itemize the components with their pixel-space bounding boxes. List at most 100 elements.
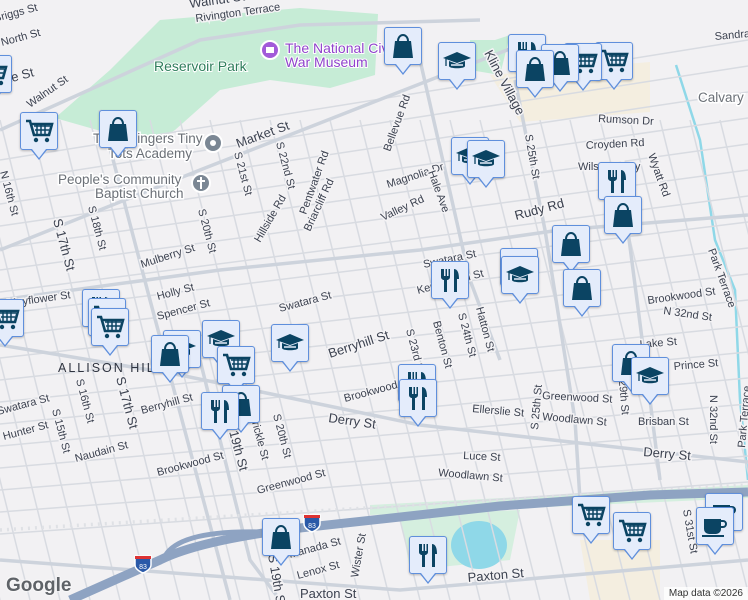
street-label: Briggs St [0, 2, 39, 25]
svg-text:83: 83 [308, 523, 316, 530]
grocery-marker[interactable] [572, 496, 610, 544]
street-label: S 20th St [195, 208, 218, 255]
interstate-83-shield-icon: 83 [303, 514, 321, 533]
grocery-marker[interactable] [217, 346, 255, 394]
street-label: S 24th St [455, 312, 478, 359]
street-label: Hillside Rd [252, 193, 289, 245]
street-label: S 21st St [231, 151, 254, 197]
park-label: Reservoir Park [154, 58, 248, 74]
street-label: Benton St [430, 320, 454, 370]
cart-icon [599, 46, 629, 76]
church-pin-icon[interactable] [191, 173, 211, 193]
school-marker[interactable] [271, 324, 309, 372]
shopping-bag-icon [608, 200, 638, 230]
school-icon [505, 260, 535, 290]
shopping-bag-icon [103, 114, 133, 144]
street-label: Greenwood St [542, 390, 613, 406]
street-label: Lenox St [296, 559, 341, 582]
shopping-bag-icon [567, 273, 597, 303]
street-label: S 16th St [73, 378, 96, 425]
cart-icon [0, 59, 8, 89]
museum-pin-icon[interactable] [260, 40, 280, 60]
street-label: Valley Rd [379, 193, 426, 223]
minor-street [0, 429, 748, 491]
street-label: Naudain St [74, 439, 130, 465]
restaurant-icon [435, 265, 465, 295]
street-label: Wister St [349, 532, 369, 578]
restaurant-icon [602, 166, 632, 196]
shopping-marker[interactable] [151, 335, 189, 383]
pond [451, 521, 507, 569]
street-label: North St [0, 27, 42, 49]
shopping-bag-icon [155, 339, 185, 369]
street-label: Swatara St [278, 289, 333, 315]
restaurant-marker[interactable] [598, 162, 636, 210]
grocery-marker[interactable] [20, 112, 58, 160]
grocery-marker[interactable] [0, 299, 24, 347]
school-icon [471, 144, 501, 174]
school-icon [635, 361, 665, 391]
shopping-marker[interactable] [552, 225, 590, 273]
restaurant-icon [205, 396, 235, 426]
street-label: Woodlawn St [438, 467, 503, 485]
cart-icon [576, 500, 606, 530]
shopping-marker[interactable] [604, 196, 642, 244]
cart-icon [24, 116, 54, 146]
shopping-marker[interactable] [99, 110, 137, 158]
shopping-marker[interactable] [262, 518, 300, 566]
museum-label-line2[interactable]: War Museum [284, 53, 369, 71]
street-label: S 17th St [113, 375, 141, 431]
restaurant-marker[interactable] [431, 261, 469, 309]
school-marker[interactable] [438, 42, 476, 90]
cart-icon [617, 516, 647, 546]
grocery-marker[interactable] [91, 308, 129, 356]
school-marker[interactable] [631, 357, 669, 405]
street-label: Rumson Dr [598, 113, 655, 128]
shopping-bag-icon [266, 522, 296, 552]
restaurant-marker[interactable] [399, 379, 437, 427]
street-label: Brisban St [638, 416, 689, 428]
street-label: S 17th St [50, 217, 78, 273]
street-label: Croyden Rd [586, 137, 645, 152]
street-label: Berryhill St [140, 392, 194, 417]
grocery-marker[interactable] [0, 55, 12, 103]
shopping-marker[interactable] [516, 50, 554, 98]
shopping-bag-icon [556, 229, 586, 259]
church-label[interactable]: People's Community [57, 171, 184, 189]
shopping-marker[interactable] [384, 27, 422, 75]
street-label: Derry St [643, 444, 692, 463]
restaurant-marker[interactable] [201, 392, 239, 440]
svg-text:83: 83 [139, 564, 147, 571]
cart-icon [221, 350, 251, 380]
map-view[interactable]: Reservoir Park The National Civil War Mu… [0, 0, 748, 600]
interstate-83-shield-icon: 83 [134, 555, 152, 574]
google-logo: Google [6, 575, 72, 596]
street-label: Wyatt Rd [645, 152, 672, 199]
map-attribution[interactable]: Map data ©2026 [663, 587, 748, 600]
street-label: S 22nd St [273, 141, 297, 191]
street-label: Prince St [673, 357, 719, 373]
street-label: Ellerslie St [472, 403, 525, 419]
school-icon [442, 46, 472, 76]
cart-icon [0, 303, 20, 333]
church-label-line2[interactable]: Baptist Church [94, 185, 186, 203]
grocery-marker[interactable] [613, 512, 651, 560]
school-marker[interactable] [501, 256, 539, 304]
street-label: S 18th St [85, 205, 108, 252]
school-icon [275, 328, 305, 358]
restaurant-icon [403, 383, 433, 413]
place-pin-icon[interactable] [203, 133, 223, 153]
street-label: Greenwood St [256, 467, 327, 497]
cemetery-label: Calvary [698, 90, 744, 105]
shopping-marker[interactable] [563, 269, 601, 317]
street-label: S 25th St [529, 384, 545, 430]
shopping-bag-icon [520, 54, 550, 84]
street-label: N 32nd St [663, 305, 713, 324]
restaurant-marker[interactable] [409, 536, 447, 584]
cart-icon [95, 312, 125, 342]
neighborhood-label: ALLISON HILL [58, 361, 165, 375]
school-marker[interactable] [467, 140, 505, 188]
cafe-marker[interactable] [696, 507, 734, 555]
street-label: Mulberry St [139, 242, 196, 271]
street-label: N 32nd St [707, 395, 719, 444]
